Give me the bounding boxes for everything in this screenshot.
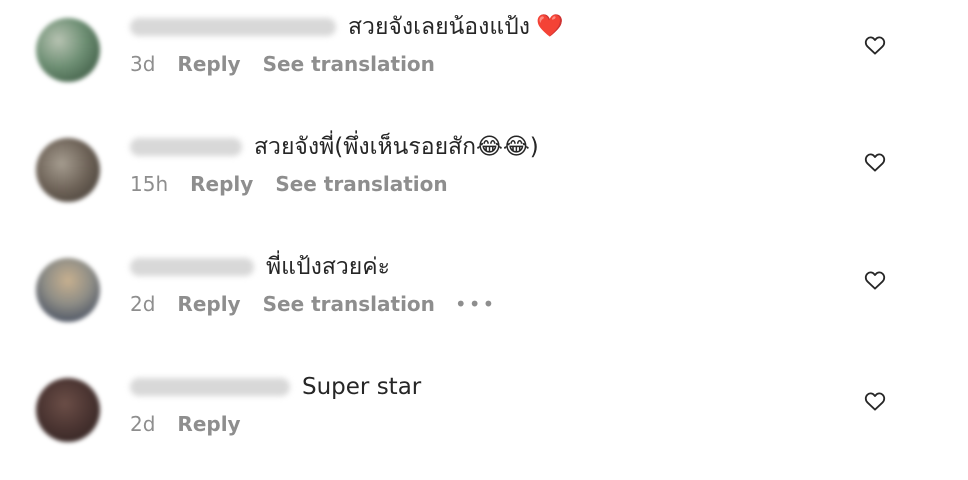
comment-item: สวยจังเลยน้องแป้ง ❤️ 3d Reply See transl… — [0, 10, 968, 120]
comment-row-main: พี่แป้งสวยค่ะ — [130, 250, 848, 284]
like-button[interactable] — [860, 147, 890, 177]
comment-content: Super star 2d Reply — [130, 370, 848, 436]
comment-item: Super star 2d Reply — [0, 370, 968, 480]
comment-time: 2d — [130, 292, 156, 316]
avatar[interactable] — [36, 138, 100, 202]
like-button[interactable] — [860, 265, 890, 295]
comments-list: สวยจังเลยน้องแป้ง ❤️ 3d Reply See transl… — [0, 0, 968, 471]
comment-text: สวยจังพี่(พึ่งเห็นรอยสัก😂😂) — [254, 134, 539, 160]
comment-row-main: Super star — [130, 370, 848, 404]
comment-meta: 2d Reply — [130, 412, 848, 436]
like-button[interactable] — [860, 386, 890, 416]
avatar[interactable] — [36, 378, 100, 442]
comment-content: พี่แป้งสวยค่ะ 2d Reply See translation •… — [130, 250, 848, 316]
comment-row-main: สวยจังพี่(พึ่งเห็นรอยสัก😂😂) — [130, 130, 848, 164]
comment-time: 2d — [130, 412, 156, 436]
heart-outline-icon — [864, 271, 886, 290]
username-redacted[interactable] — [130, 258, 254, 276]
like-button[interactable] — [860, 30, 890, 60]
username-redacted[interactable] — [130, 18, 336, 36]
comment-meta: 3d Reply See translation — [130, 52, 848, 76]
reply-button[interactable]: Reply — [177, 412, 240, 436]
see-translation-button[interactable]: See translation — [263, 292, 435, 316]
comment-meta: 2d Reply See translation ••• — [130, 292, 848, 316]
comment-content: สวยจังพี่(พึ่งเห็นรอยสัก😂😂) 15h Reply Se… — [130, 130, 848, 196]
comment-content: สวยจังเลยน้องแป้ง ❤️ 3d Reply See transl… — [130, 10, 848, 76]
username-redacted[interactable] — [130, 378, 290, 396]
heart-outline-icon — [864, 153, 886, 172]
heart-outline-icon — [864, 392, 886, 411]
username-redacted[interactable] — [130, 138, 242, 156]
avatar[interactable] — [36, 258, 100, 322]
reply-button[interactable]: Reply — [177, 52, 240, 76]
heart-outline-icon — [864, 36, 886, 55]
comment-meta: 15h Reply See translation — [130, 172, 848, 196]
reply-button[interactable]: Reply — [177, 292, 240, 316]
see-translation-button[interactable]: See translation — [263, 52, 435, 76]
see-translation-button[interactable]: See translation — [275, 172, 447, 196]
comment-text: Super star — [302, 374, 422, 400]
comment-item: พี่แป้งสวยค่ะ 2d Reply See translation •… — [0, 250, 968, 360]
comment-item: สวยจังพี่(พึ่งเห็นรอยสัก😂😂) 15h Reply Se… — [0, 130, 968, 240]
comment-time: 15h — [130, 172, 169, 196]
comment-text: พี่แป้งสวยค่ะ — [266, 254, 390, 280]
comment-row-main: สวยจังเลยน้องแป้ง ❤️ — [130, 10, 848, 44]
avatar[interactable] — [36, 18, 100, 82]
comment-text: สวยจังเลยน้องแป้ง — [348, 14, 530, 40]
comment-time: 3d — [130, 52, 156, 76]
more-dots-icon[interactable]: ••• — [455, 292, 496, 316]
reply-button[interactable]: Reply — [190, 172, 253, 196]
heart-emoji: ❤️ — [536, 14, 564, 39]
